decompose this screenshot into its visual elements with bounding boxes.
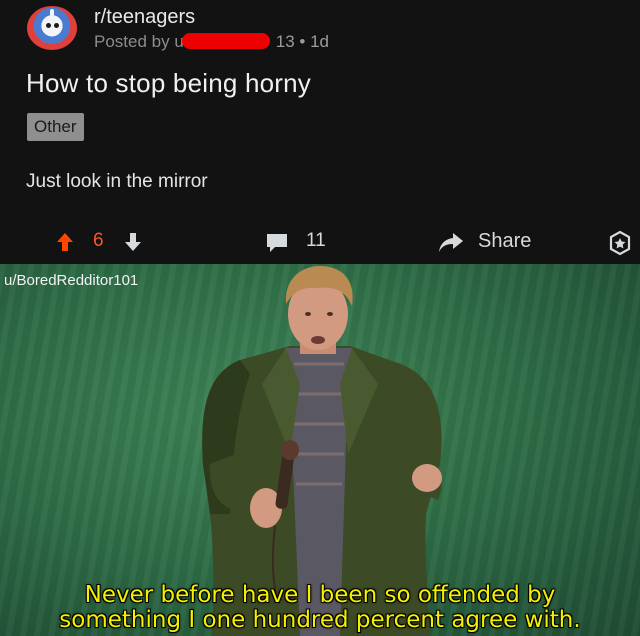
avatar-eye-right xyxy=(54,23,59,28)
reddit-post: r/teenagers Posted by u 13 • 1d How to st… xyxy=(0,0,640,264)
post-body: Just look in the mirror xyxy=(26,171,208,192)
comment-count[interactable]: 11 xyxy=(306,230,326,252)
upvote-icon[interactable] xyxy=(56,232,74,252)
meme-username-watermark: u/BoredRedditor101 xyxy=(4,272,139,289)
avatar-eye-left xyxy=(46,23,51,28)
meme-caption-line-1: Never before have I been so offended by xyxy=(84,582,556,608)
downvote-icon[interactable] xyxy=(124,232,142,252)
post-action-bar: 6 11 Share xyxy=(0,228,640,260)
subreddit-avatar-icon[interactable] xyxy=(27,6,77,50)
post-title[interactable]: How to stop being horny xyxy=(26,68,311,99)
share-icon[interactable] xyxy=(438,232,464,254)
award-icon[interactable] xyxy=(607,230,633,256)
avatar-antenna xyxy=(50,9,54,17)
meme-image[interactable]: u/BoredRedditor101 Never before have I b… xyxy=(0,264,640,636)
comedian-figure xyxy=(202,266,442,636)
posted-by-label[interactable]: Posted by u xyxy=(94,32,184,51)
post-score-time: 13 • 1d xyxy=(275,32,329,51)
post-meta: Posted by u 13 • 1d xyxy=(94,32,329,52)
subreddit-name[interactable]: r/teenagers xyxy=(94,6,195,29)
vote-count: 6 xyxy=(93,230,104,251)
meme-caption-line-2: something I one hundred percent agree wi… xyxy=(59,607,581,633)
comment-icon[interactable] xyxy=(265,232,289,254)
post-flair[interactable]: Other xyxy=(27,113,84,141)
share-button[interactable]: Share xyxy=(478,230,531,253)
redacted-username xyxy=(181,33,270,49)
